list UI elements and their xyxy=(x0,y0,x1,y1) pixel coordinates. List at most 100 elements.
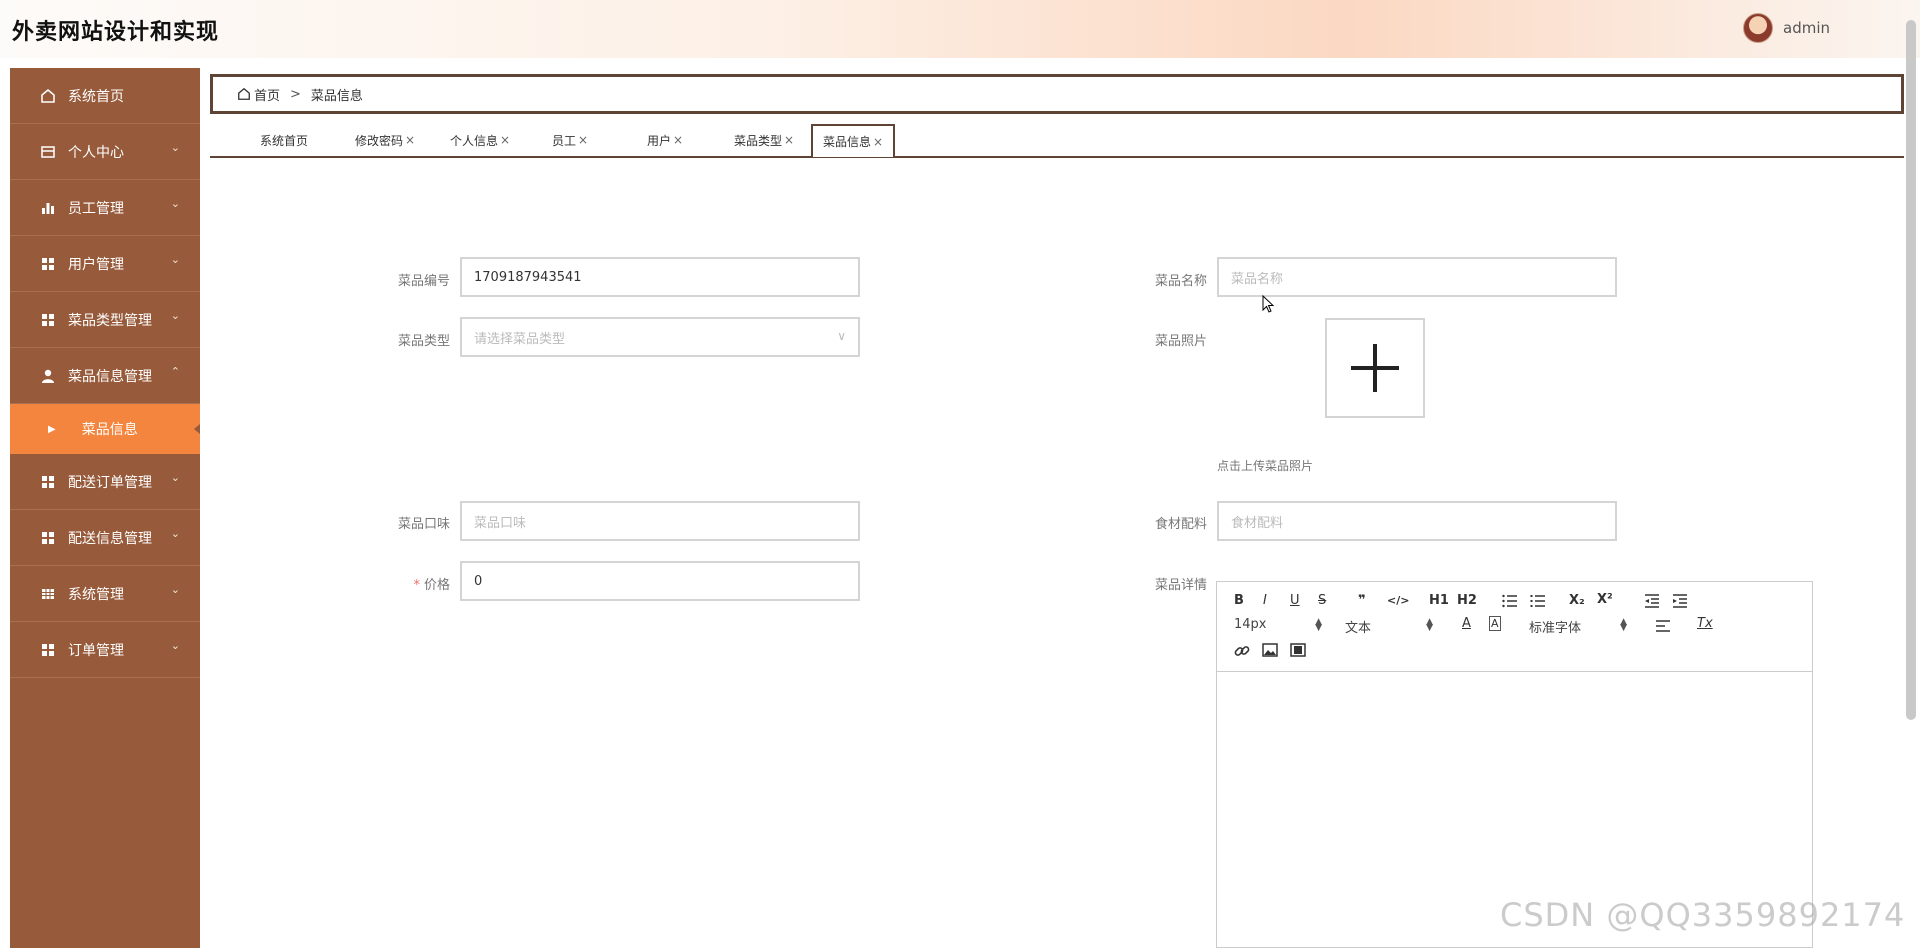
username[interactable]: admin xyxy=(1783,19,1830,37)
details-label: 菜品详情 xyxy=(1154,578,1207,593)
breadcrumb: 首页 > 菜品信息 xyxy=(210,74,1904,114)
page-scrollbar[interactable] xyxy=(1906,20,1916,720)
close-icon[interactable]: × xyxy=(578,133,588,147)
sidebar-item-dish-types[interactable]: 菜品类型管理 ⌄ xyxy=(10,292,200,348)
caret-right-icon: ▶ xyxy=(48,423,56,435)
price-field[interactable]: 0 xyxy=(460,561,860,601)
tab-bar: 系统首页 修改密码 × 个人信息 × 员工 × 用户 × 菜品类型 × 菜品信息… xyxy=(210,124,1904,158)
image-icon[interactable] xyxy=(1262,643,1278,657)
chevron-down-icon: ⌄ xyxy=(170,141,180,154)
tab-label: 系统首页 xyxy=(260,133,309,148)
dish-type-placeholder: 请选择菜品类型 xyxy=(474,331,566,347)
close-icon[interactable]: × xyxy=(405,133,415,147)
sidebar-item-system[interactable]: 系统管理 ⌄ xyxy=(10,566,200,622)
sidebar-item-personal-center[interactable]: 个人中心 ⌄ xyxy=(10,124,200,180)
subscript-button[interactable]: X₂ xyxy=(1569,593,1585,608)
video-icon[interactable] xyxy=(1290,643,1306,657)
sidebar-item-orders[interactable]: 订单管理 ⌄ xyxy=(10,622,200,678)
sidebar-item-staff[interactable]: 员工管理 ⌄ xyxy=(10,180,200,236)
h2-button[interactable]: H2 xyxy=(1457,593,1477,608)
text-type-select[interactable]: 文本 ▲ ▼ xyxy=(1345,617,1433,637)
align-icon[interactable] xyxy=(1655,619,1671,633)
user-menu[interactable]: admin xyxy=(1743,13,1830,43)
tab-label: 菜品类型 xyxy=(734,133,783,148)
breadcrumb-home-label: 首页 xyxy=(254,88,281,104)
flavor-label: 菜品口味 xyxy=(397,517,450,532)
tab-personal-info[interactable]: 个人信息 × xyxy=(450,124,510,156)
bold-button[interactable]: B xyxy=(1234,593,1244,608)
dish-type-select[interactable]: 请选择菜品类型 ∨ xyxy=(460,317,860,357)
grid-icon xyxy=(40,474,56,490)
tab-label: 员工 xyxy=(552,133,577,148)
sidebar-item-label: 员工管理 xyxy=(68,200,124,217)
sidebar-item-home[interactable]: 系统首页 xyxy=(10,68,200,124)
close-icon[interactable]: × xyxy=(500,133,510,147)
dish-name-field[interactable]: 菜品名称 xyxy=(1217,257,1617,297)
tab-label: 用户 xyxy=(647,133,672,148)
sidebar-item-label: 订单管理 xyxy=(68,642,124,659)
ingredients-field[interactable]: 食材配料 xyxy=(1217,501,1617,541)
text-type-value: 文本 xyxy=(1345,621,1372,636)
font-size-value: 14px xyxy=(1234,617,1267,632)
strike-button[interactable]: S xyxy=(1318,593,1326,608)
submenu-item-label: 菜品信息 xyxy=(81,422,138,438)
tab-label: 菜品信息 xyxy=(823,135,872,149)
editor-toolbar: B I U S ❞ </> H1 H2 X₂ X² 14px ▲ ▼ 文本 ▲ ▼ … xyxy=(1217,582,1812,672)
dish-no-value: 1709187943541 xyxy=(474,269,582,285)
sidebar-item-label: 配送信息管理 xyxy=(68,530,152,547)
dish-no-field[interactable]: 1709187943541 xyxy=(460,257,860,297)
background-color-button[interactable]: A xyxy=(1489,616,1501,631)
chevron-down-icon: ⌄ xyxy=(170,197,180,210)
font-family-select[interactable]: 标准字体 ▲ ▼ xyxy=(1529,617,1627,637)
close-icon[interactable]: × xyxy=(673,133,683,147)
tab-dish-types[interactable]: 菜品类型 × xyxy=(734,124,794,156)
close-icon[interactable]: × xyxy=(873,135,883,149)
chevron-down-icon: ⌄ xyxy=(170,471,180,484)
dish-name-placeholder: 菜品名称 xyxy=(1231,271,1284,287)
sidebar-item-label: 菜品信息管理 xyxy=(68,368,152,385)
font-family-value: 标准字体 xyxy=(1529,621,1582,636)
link-icon[interactable] xyxy=(1234,643,1250,659)
tab-dish-info[interactable]: 菜品信息 × xyxy=(811,124,896,157)
photo-upload-button[interactable] xyxy=(1325,318,1425,418)
breadcrumb-home[interactable]: 首页 xyxy=(237,85,280,104)
ordered-list-icon[interactable] xyxy=(1502,594,1518,608)
italic-button[interactable]: I xyxy=(1263,593,1267,608)
font-color-button[interactable]: A xyxy=(1462,616,1471,631)
font-size-select[interactable]: 14px ▲ ▼ xyxy=(1234,617,1322,633)
dish-type-label: 菜品类型 xyxy=(397,334,450,349)
avatar[interactable] xyxy=(1743,13,1773,43)
tab-label: 个人信息 xyxy=(450,133,499,148)
flavor-placeholder: 菜品口味 xyxy=(474,515,527,531)
superscript-button[interactable]: X² xyxy=(1597,592,1613,607)
tab-staff[interactable]: 员工 × xyxy=(552,124,588,156)
price-value: 0 xyxy=(474,573,483,589)
active-indicator xyxy=(194,424,200,434)
sidebar-item-dish-info[interactable]: 菜品信息管理 ⌃ xyxy=(10,348,200,404)
blockquote-button[interactable]: ❞ xyxy=(1358,593,1366,608)
close-icon[interactable]: × xyxy=(784,133,794,147)
clear-format-button[interactable]: Tx xyxy=(1697,616,1713,631)
sidebar-item-delivery-orders[interactable]: 配送订单管理 ⌄ xyxy=(10,454,200,510)
chevron-down-icon: ⌄ xyxy=(170,309,180,322)
h1-button[interactable]: H1 xyxy=(1429,593,1449,608)
sidebar-item-delivery-info[interactable]: 配送信息管理 ⌄ xyxy=(10,510,200,566)
sidebar-item-label: 系统管理 xyxy=(68,586,124,603)
flavor-field[interactable]: 菜品口味 xyxy=(460,501,860,541)
submenu-item-dish-info[interactable]: ▶ 菜品信息 xyxy=(10,404,200,454)
tab-system-home[interactable]: 系统首页 xyxy=(260,124,308,156)
outdent-icon[interactable] xyxy=(1644,594,1660,608)
sidebar-item-label: 系统首页 xyxy=(68,88,124,105)
tab-users[interactable]: 用户 × xyxy=(647,124,683,156)
bullet-list-icon[interactable] xyxy=(1530,594,1546,608)
code-button[interactable]: </> xyxy=(1387,594,1409,607)
chevron-down-icon: ∨ xyxy=(837,329,846,343)
card-icon xyxy=(40,144,56,160)
sidebar-item-users[interactable]: 用户管理 ⌄ xyxy=(10,236,200,292)
underline-button[interactable]: U xyxy=(1290,593,1300,608)
breadcrumb-separator: > xyxy=(290,86,301,102)
dish-no-label: 菜品编号 xyxy=(397,274,450,289)
sidebar-item-label: 用户管理 xyxy=(68,256,124,273)
indent-icon[interactable] xyxy=(1672,594,1688,608)
tab-change-password[interactable]: 修改密码 × xyxy=(355,124,415,156)
